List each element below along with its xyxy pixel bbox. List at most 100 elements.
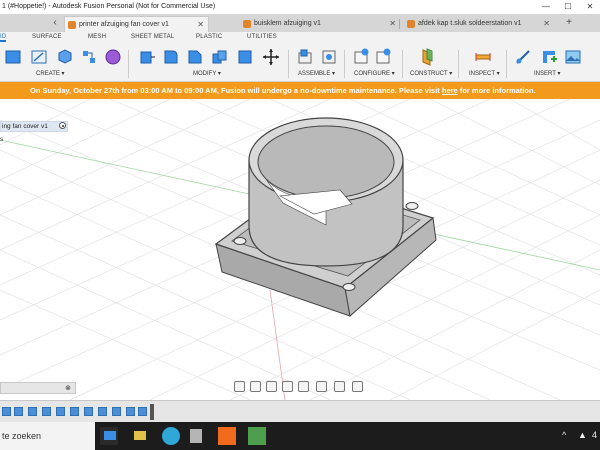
- model-canvas[interactable]: [0, 99, 600, 400]
- tab-buisklem-afzuiging[interactable]: buisklem afzuiging v1 ✕: [240, 16, 400, 32]
- tab-label: printer afzuiging fan cover v1: [79, 21, 169, 28]
- insert-derive-icon[interactable]: [514, 48, 532, 66]
- browser-item-document[interactable]: ing fan cover v1: [0, 121, 68, 132]
- display-settings-icon[interactable]: [316, 381, 327, 392]
- pan-icon[interactable]: [266, 381, 277, 392]
- construct-menu[interactable]: CONSTRUCT ▾: [410, 70, 452, 77]
- configure-rules-icon[interactable]: [374, 48, 392, 66]
- tab-surface[interactable]: SURFACE: [32, 34, 62, 40]
- tab-afdek-kap[interactable]: afdek kap t.sluk soldeerstation v1 ✕: [404, 16, 554, 32]
- group-separator: [458, 50, 459, 78]
- screw-hole: [342, 283, 356, 291]
- tab-utilities[interactable]: UTILITIES: [247, 34, 277, 40]
- document-tab-strip: printer afzuiging fan cover v1 ✕ buiskle…: [0, 14, 600, 32]
- fillet-icon[interactable]: [162, 48, 180, 66]
- group-separator: [128, 50, 129, 78]
- taskbar-search[interactable]: te zoeken: [0, 422, 95, 450]
- tab-sheet-metal[interactable]: SHEET METAL: [131, 34, 174, 40]
- new-tab-button[interactable]: +: [560, 14, 578, 32]
- new-component-assemble-icon[interactable]: [296, 48, 314, 66]
- fan-cover-model[interactable]: [214, 117, 437, 317]
- new-component-icon[interactable]: [4, 48, 22, 66]
- measure-icon[interactable]: [474, 48, 492, 66]
- insert-canvas-icon[interactable]: [564, 48, 582, 66]
- modify-menu[interactable]: MODIFY ▾: [193, 70, 221, 77]
- timeline-feature-icon[interactable]: [98, 407, 107, 416]
- os-taskbar: te zoeken ^ ▲ 4: [0, 422, 600, 450]
- timeline-feature-icon[interactable]: [112, 407, 121, 416]
- joint-icon[interactable]: [320, 48, 338, 66]
- timeline-feature-icon[interactable]: [138, 407, 147, 416]
- group-separator: [402, 50, 403, 78]
- combine-icon[interactable]: [236, 48, 254, 66]
- zoom-icon[interactable]: [282, 381, 293, 392]
- tab-printer-afzuiging[interactable]: printer afzuiging fan cover v1 ✕: [64, 16, 209, 32]
- tab-plastic[interactable]: PLASTIC: [196, 34, 222, 40]
- create-sketch-icon[interactable]: [30, 48, 48, 66]
- mail-icon[interactable]: [104, 431, 116, 440]
- timeline-marker[interactable]: [150, 404, 154, 420]
- network-icon[interactable]: ▲: [578, 430, 587, 440]
- revolve-icon[interactable]: [80, 48, 98, 66]
- viewports-icon[interactable]: [352, 381, 363, 392]
- design-file-icon: [68, 21, 76, 29]
- minimize-button[interactable]: —: [536, 0, 556, 14]
- browser-subitem[interactable]: s: [0, 136, 3, 143]
- timeline-feature-icon[interactable]: [70, 407, 79, 416]
- comments-close-icon[interactable]: ⊗: [65, 384, 71, 392]
- offset-plane-icon[interactable]: [418, 48, 436, 66]
- file-explorer-icon[interactable]: [134, 431, 146, 440]
- chamfer-icon[interactable]: [186, 48, 204, 66]
- move-copy-icon[interactable]: [262, 48, 280, 66]
- orbit-icon[interactable]: [234, 381, 245, 392]
- fusion-app-icon[interactable]: [218, 427, 236, 445]
- grid-settings-icon[interactable]: [334, 381, 345, 392]
- timeline-feature-icon[interactable]: [84, 407, 93, 416]
- timeline-feature-icon[interactable]: [126, 407, 135, 416]
- timeline-feature-icon[interactable]: [28, 407, 37, 416]
- inspect-menu[interactable]: INSPECT ▾: [469, 70, 500, 77]
- timeline-feature-icon[interactable]: [42, 407, 51, 416]
- design-viewport[interactable]: ing fan cover v1 s ⊗: [0, 99, 600, 400]
- fit-icon[interactable]: [298, 381, 309, 392]
- insert-menu[interactable]: INSERT ▾: [534, 70, 560, 77]
- configure-menu[interactable]: CONFIGURE ▾: [354, 70, 395, 77]
- comments-panel[interactable]: ⊗: [0, 382, 76, 394]
- maintenance-banner: On Sunday, October 27th from 03:00 AM to…: [0, 82, 600, 99]
- tab-label: afdek kap t.sluk soldeerstation v1: [418, 20, 522, 27]
- active-document-radio-icon[interactable]: [59, 122, 66, 129]
- group-separator: [506, 50, 507, 78]
- tab-solid[interactable]: ID: [0, 34, 7, 42]
- group-separator: [288, 50, 289, 78]
- shell-icon[interactable]: [210, 48, 228, 66]
- configure-table-icon[interactable]: [352, 48, 370, 66]
- store-icon[interactable]: [190, 429, 202, 443]
- create-menu[interactable]: CREATE ▾: [36, 70, 65, 77]
- look-at-icon[interactable]: [250, 381, 261, 392]
- close-tab-icon[interactable]: ✕: [389, 16, 396, 32]
- assemble-menu[interactable]: ASSEMBLE ▾: [298, 70, 335, 77]
- form-icon[interactable]: [104, 48, 122, 66]
- banner-link[interactable]: here: [442, 86, 458, 95]
- tab-mesh[interactable]: MESH: [88, 34, 106, 40]
- tray-up-icon[interactable]: ^: [562, 430, 566, 440]
- clock[interactable]: 4: [592, 430, 597, 440]
- other-app-icon[interactable]: [248, 427, 266, 445]
- close-window-button[interactable]: ✕: [580, 0, 600, 14]
- design-timeline[interactable]: [0, 400, 600, 422]
- edge-browser-icon[interactable]: [162, 427, 180, 445]
- banner-text: On Sunday, October 27th from 03:00 AM to…: [30, 86, 442, 95]
- timeline-feature-icon[interactable]: [2, 407, 11, 416]
- timeline-feature-icon[interactable]: [56, 407, 65, 416]
- extrude-icon[interactable]: [56, 48, 74, 66]
- close-tab-icon[interactable]: ✕: [543, 16, 550, 32]
- navigation-bar: [230, 380, 370, 393]
- tab-scroll-left-icon[interactable]: ‹: [46, 14, 64, 32]
- press-pull-icon[interactable]: [138, 48, 156, 66]
- maximize-button[interactable]: ☐: [558, 0, 578, 14]
- tab-separator: [399, 19, 400, 29]
- insert-mesh-icon[interactable]: [540, 48, 558, 66]
- screw-hole: [405, 202, 419, 210]
- close-tab-icon[interactable]: ✕: [197, 17, 204, 32]
- timeline-feature-icon[interactable]: [14, 407, 23, 416]
